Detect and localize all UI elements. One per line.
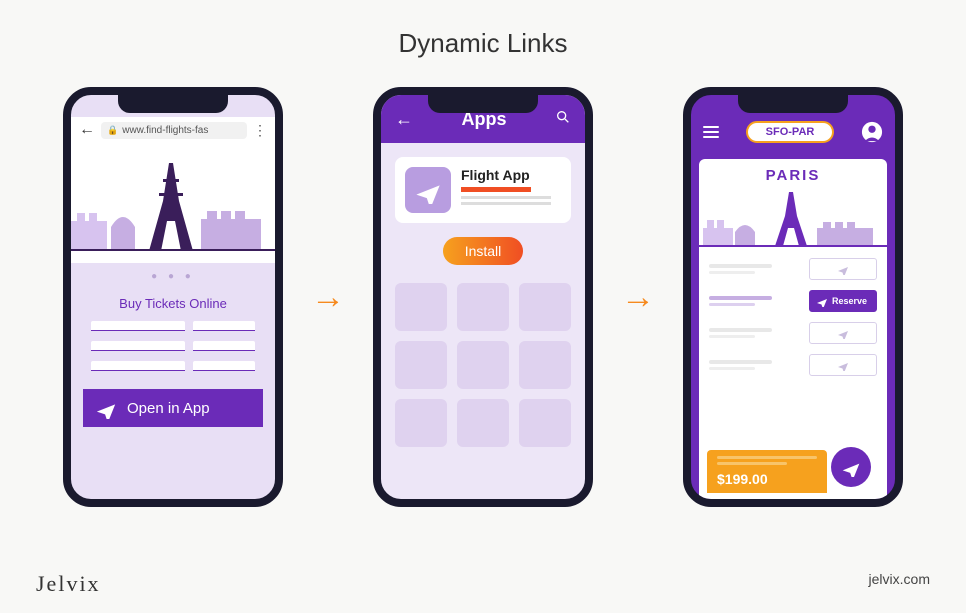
app-tile[interactable] xyxy=(519,283,571,331)
app-tile[interactable] xyxy=(395,283,447,331)
phones-row: ← 🔒 www.find-flights-fas ⋮ xyxy=(0,87,966,507)
reserve-label: Reserve xyxy=(832,296,867,306)
form-field[interactable] xyxy=(91,361,185,371)
phone-notch xyxy=(428,95,538,113)
form-field[interactable] xyxy=(193,361,255,371)
brand-logo: Jelvix xyxy=(36,571,101,597)
flight-item[interactable] xyxy=(709,258,877,280)
rating-bar xyxy=(461,187,531,192)
url-field[interactable]: 🔒 www.find-flights-fas xyxy=(101,122,247,139)
reserve-button[interactable]: Reserve xyxy=(809,290,877,312)
phone-native-app: SFO-PAR PARIS xyxy=(683,87,903,507)
flight-option-chip[interactable] xyxy=(809,258,877,280)
airplane-icon xyxy=(841,457,861,477)
route-pill[interactable]: SFO-PAR xyxy=(746,121,835,143)
app-tile[interactable] xyxy=(395,341,447,389)
app-grid xyxy=(381,265,585,465)
url-text: www.find-flights-fas xyxy=(122,125,208,136)
destination-title: PARIS xyxy=(699,159,887,184)
lock-icon: 🔒 xyxy=(107,125,118,136)
phone-notch xyxy=(118,95,228,113)
flight-option-chip[interactable] xyxy=(809,322,877,344)
back-arrow-icon[interactable]: ← xyxy=(79,121,95,139)
airplane-icon xyxy=(837,327,849,339)
ticket-card[interactable]: $199.00 xyxy=(707,450,827,493)
airplane-icon xyxy=(414,176,442,204)
airplane-icon xyxy=(95,397,117,419)
app-tile[interactable] xyxy=(395,399,447,447)
back-arrow-icon[interactable]: ← xyxy=(395,109,413,130)
flight-list: Reserve xyxy=(699,254,887,390)
open-in-app-button[interactable]: Open in App xyxy=(83,389,263,427)
airplane-icon xyxy=(837,263,849,275)
profile-icon[interactable] xyxy=(861,121,883,143)
description-line xyxy=(461,196,551,199)
phone-web-browser: ← 🔒 www.find-flights-fas ⋮ xyxy=(63,87,283,507)
form-field[interactable] xyxy=(91,321,185,331)
description-line xyxy=(461,202,551,205)
fab-button[interactable] xyxy=(831,447,871,487)
app-tile[interactable] xyxy=(519,399,571,447)
content-card: PARIS xyxy=(699,159,887,499)
search-icon[interactable] xyxy=(555,109,571,130)
flight-item[interactable] xyxy=(709,322,877,344)
section-subtitle: Buy Tickets Online xyxy=(71,296,275,311)
airplane-icon xyxy=(816,295,828,307)
app-icon xyxy=(405,167,451,213)
app-card[interactable]: Flight App xyxy=(395,157,571,223)
app-tile[interactable] xyxy=(457,341,509,389)
app-name: Flight App xyxy=(461,167,561,183)
search-form xyxy=(71,321,275,371)
app-tile[interactable] xyxy=(519,341,571,389)
app-meta: Flight App xyxy=(461,167,561,213)
phone-app-store: ← Apps Flight App Install xyxy=(373,87,593,507)
form-field[interactable] xyxy=(193,341,255,351)
open-in-app-label: Open in App xyxy=(127,400,210,417)
form-field[interactable] xyxy=(193,321,255,331)
flight-item[interactable] xyxy=(709,354,877,376)
destination-illustration xyxy=(699,184,887,254)
paris-skyline-icon xyxy=(71,143,275,263)
flow-arrow-icon: → xyxy=(311,278,345,317)
flight-option-chip[interactable] xyxy=(809,354,877,376)
hamburger-menu-icon[interactable] xyxy=(703,126,719,138)
browser-address-bar: ← 🔒 www.find-flights-fas ⋮ xyxy=(71,117,275,143)
diagram-title: Dynamic Links xyxy=(0,0,966,59)
footer: Jelvix jelvix.com xyxy=(0,571,966,597)
install-button[interactable]: Install xyxy=(443,237,524,265)
app-tile[interactable] xyxy=(457,399,509,447)
flight-item[interactable]: Reserve xyxy=(709,290,877,312)
app-bar: SFO-PAR xyxy=(691,113,895,151)
brand-site: jelvix.com xyxy=(869,571,930,597)
phone-notch xyxy=(738,95,848,113)
menu-dots-icon[interactable]: ⋮ xyxy=(253,122,267,139)
paris-skyline-icon xyxy=(699,184,887,254)
carousel-pager[interactable]: ● ● ● xyxy=(71,263,275,290)
app-tile[interactable] xyxy=(457,283,509,331)
hero-illustration xyxy=(71,143,275,263)
form-field[interactable] xyxy=(91,341,185,351)
airplane-icon xyxy=(837,359,849,371)
ticket-price: $199.00 xyxy=(717,471,817,487)
flow-arrow-icon: → xyxy=(621,278,655,317)
